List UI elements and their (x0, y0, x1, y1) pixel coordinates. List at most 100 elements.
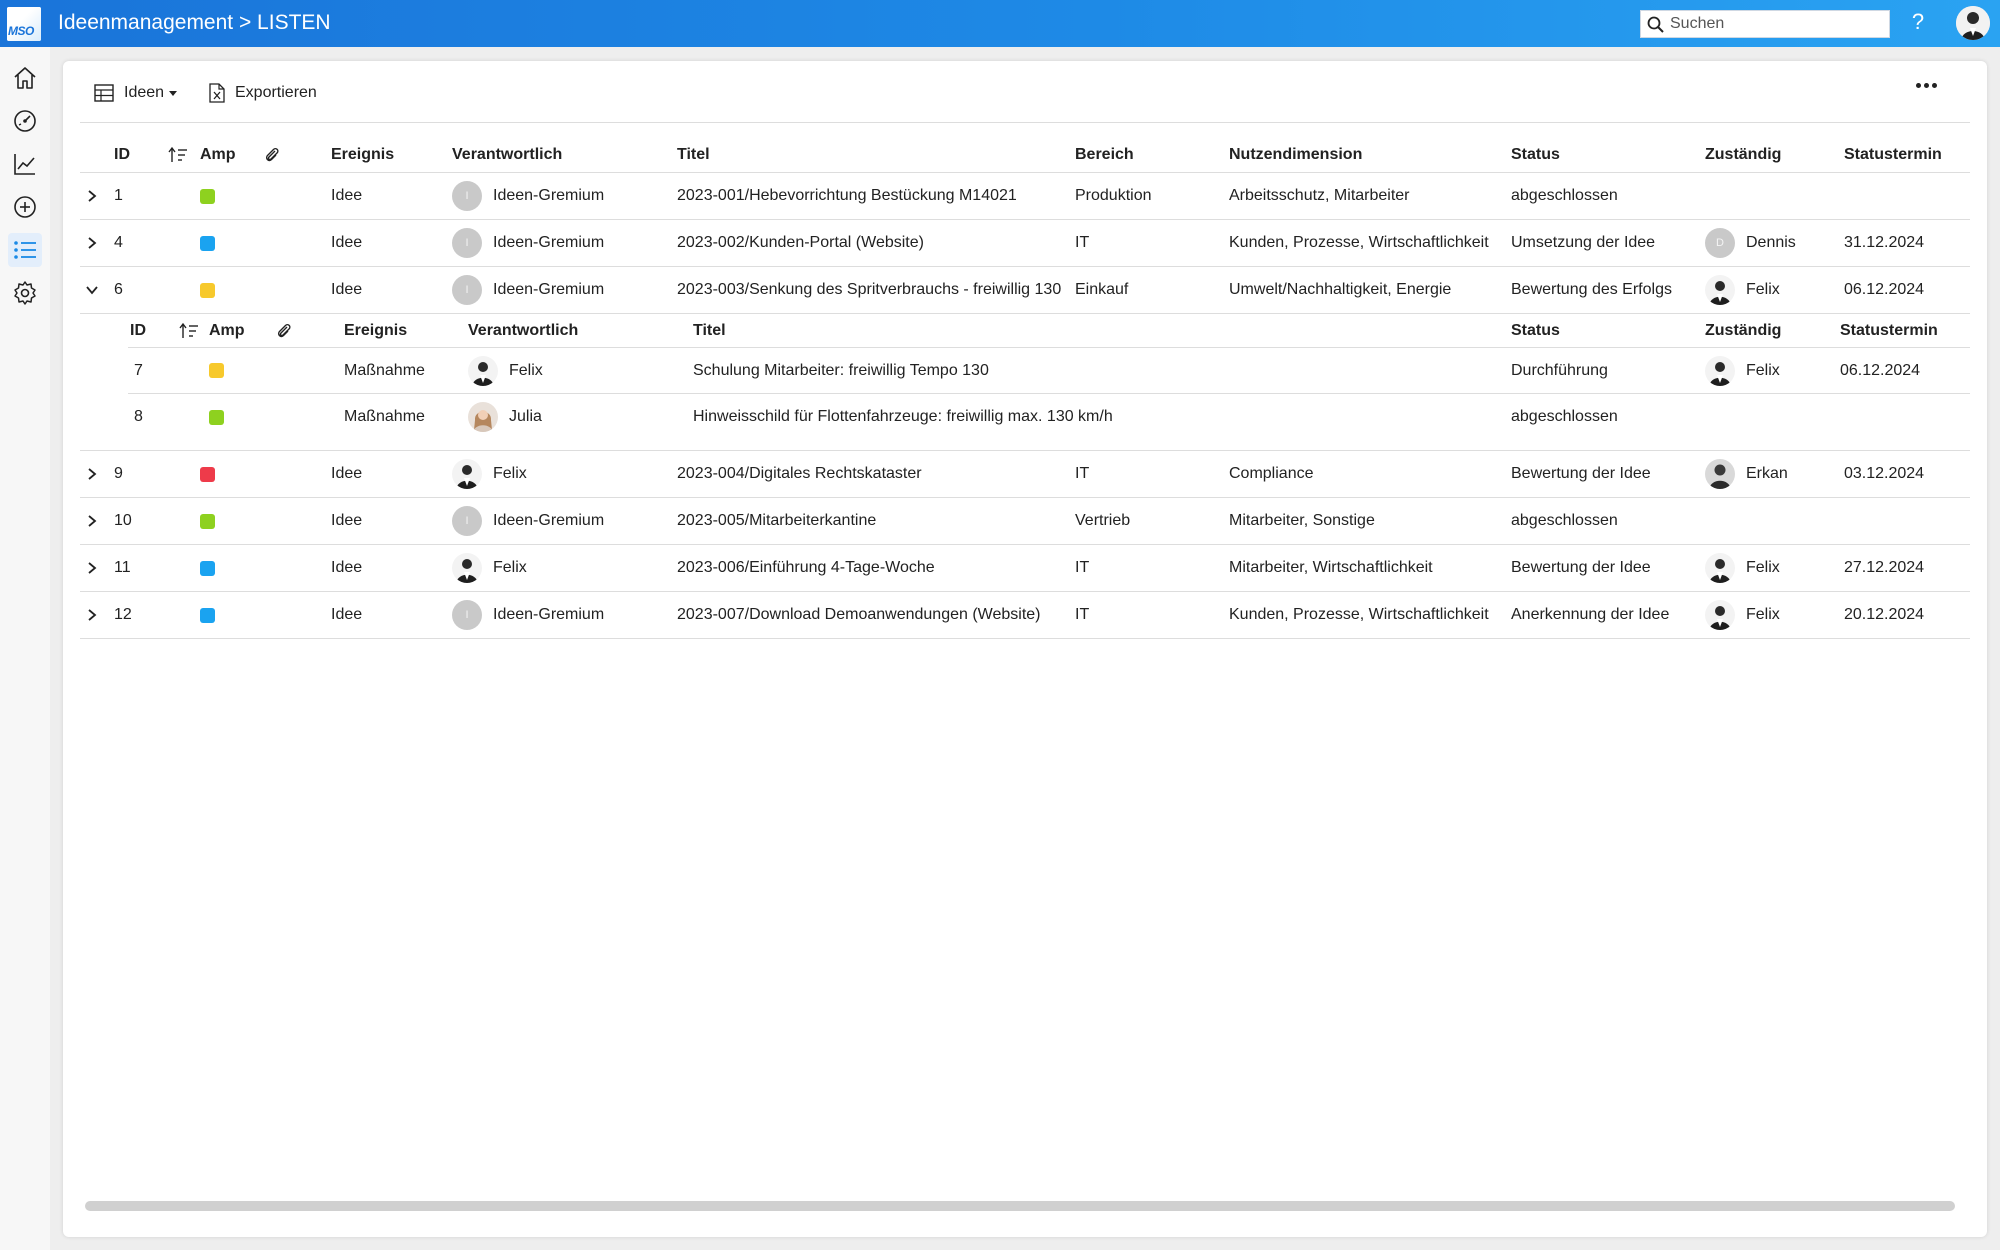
row-zustaendig: Felix (1705, 592, 1780, 638)
sub-column-header-ereignis[interactable]: Ereignis (344, 314, 407, 347)
table-row[interactable]: 6 Idee I Ideen-Gremium 2023-003/Senkung des … (80, 267, 1970, 314)
table-row[interactable]: 1 Idee I Ideen-Gremium 2023-001/Hebevorricht… (80, 173, 1970, 220)
toolbar: Ideen Exportieren (63, 61, 1987, 123)
expand-row-button[interactable] (84, 220, 100, 266)
person-photo-icon (468, 355, 498, 386)
row-statustermin: 27.12.2024 (1844, 559, 1925, 576)
row-status: Bewertung der Idee (1511, 559, 1651, 576)
row-id: 10 (114, 512, 132, 529)
column-header-bereich[interactable]: Bereich (1075, 123, 1134, 172)
export-label: Exportieren (235, 84, 317, 101)
row-zustaendig-name: Felix (1746, 281, 1780, 298)
amp-cell (200, 451, 215, 497)
chevron-down-icon (86, 286, 98, 295)
row-status: Umsetzung der Idee (1511, 234, 1656, 251)
sub-column-header-amp[interactable]: Amp (209, 314, 245, 347)
sub-column-header-statustermin[interactable]: Statustermin (1840, 314, 1938, 347)
column-header-amp[interactable]: Amp (200, 123, 236, 172)
sub-row-zustaendig-name: Felix (1746, 361, 1780, 379)
row-nutzendimension: Mitarbeiter, Sonstige (1229, 512, 1375, 529)
sidebar-item-lists[interactable] (8, 233, 42, 267)
avatar: D (1705, 228, 1735, 258)
column-header-verantwortlich[interactable]: Verantwortlich (452, 123, 562, 172)
help-button[interactable]: ? (1906, 9, 1930, 35)
add-icon (14, 196, 36, 218)
collapse-row-button[interactable] (84, 267, 100, 313)
column-header-status[interactable]: Status (1511, 123, 1560, 172)
row-titel: 2023-003/Senkung des Spritverbrauchs - f… (677, 281, 1062, 298)
expand-row-button[interactable] (84, 545, 100, 591)
row-titel: 2023-001/Hebevorrichtung Bestückung M140… (677, 187, 1017, 204)
sort-button[interactable] (168, 123, 188, 172)
column-header-ereignis[interactable]: Ereignis (331, 123, 394, 172)
row-status: Bewertung des Erfolgs (1511, 281, 1672, 298)
expand-row-button[interactable] (84, 451, 100, 497)
sub-column-header-id[interactable]: ID (130, 314, 146, 347)
row-ereignis: Idee (331, 234, 363, 251)
table-row[interactable]: 9 Idee Felix 2023-004/Digitales Rechtskatas… (80, 451, 1970, 498)
view-selector-label: Ideen (124, 84, 165, 101)
sub-column-header-status[interactable]: Status (1511, 314, 1560, 347)
sub-row-ereignis: Maßnahme (344, 361, 425, 379)
expand-row-button[interactable] (84, 173, 100, 219)
avatar (1705, 355, 1735, 386)
column-header-zustaendig[interactable]: Zuständig (1705, 123, 1781, 172)
avatar: I (452, 275, 482, 305)
expand-row-button[interactable] (84, 498, 100, 544)
person-photo-icon (1956, 6, 1990, 40)
sidebar-item-settings[interactable] (8, 276, 42, 310)
sidebar-item-home[interactable] (8, 61, 42, 95)
row-status: Anerkennung der Idee (1511, 606, 1670, 623)
row-verantwortlich-name: Ideen-Gremium (493, 187, 605, 204)
horizontal-scrollbar[interactable] (85, 1201, 1955, 1211)
row-zustaendig: Felix (1705, 545, 1780, 591)
expand-row-button[interactable] (84, 592, 100, 638)
subtable-row[interactable]: 8 Maßnahme Julia Hinweisschild für Flottenf… (128, 394, 1970, 440)
sub-column-header-zustaendig[interactable]: Zuständig (1705, 314, 1781, 347)
chevron-right-icon (88, 515, 97, 527)
sidebar-item-dashboard[interactable] (8, 104, 42, 138)
column-header-id[interactable]: ID (114, 123, 130, 172)
sidebar-item-charts[interactable] (8, 147, 42, 181)
sub-column-header-verantwortlich[interactable]: Verantwortlich (468, 314, 578, 347)
row-status: abgeschlossen (1511, 512, 1618, 529)
sort-button[interactable] (179, 314, 199, 347)
avatar: I (452, 181, 482, 211)
view-selector-button[interactable]: Ideen (94, 81, 178, 105)
subtable: ID Amp Ereignis Verantwortlich Titel Status Zu… (80, 314, 1970, 451)
amp-indicator (200, 466, 215, 482)
search-box[interactable] (1640, 10, 1890, 38)
table-row[interactable]: 10 Idee I Ideen-Gremium 2023-005/Mitarbeiter… (80, 498, 1970, 545)
table-row[interactable]: 11 Idee Felix 2023-006/Einführung 4-Tage-Wo… (80, 545, 1970, 592)
sidebar-item-add[interactable] (8, 190, 42, 224)
more-dot-icon (1916, 83, 1921, 88)
row-verantwortlich: I Ideen-Gremium (452, 220, 604, 266)
row-nutzendimension: Kunden, Prozesse, Wirtschaftlichkeit (1229, 606, 1489, 623)
more-options-button[interactable] (1916, 83, 1937, 88)
row-zustaendig: D Dennis (1705, 220, 1796, 266)
app-logo[interactable]: MSO (7, 7, 41, 41)
table-row[interactable]: 4 Idee I Ideen-Gremium 2023-002/Kunden-Porta… (80, 220, 1970, 267)
column-header-nutzendimension[interactable]: Nutzendimension (1229, 123, 1362, 172)
chevron-right-icon (88, 237, 97, 249)
person-photo-icon (452, 459, 482, 489)
column-header-statustermin[interactable]: Statustermin (1844, 123, 1942, 172)
export-button[interactable]: Exportieren (209, 81, 317, 105)
list-icon (14, 241, 36, 259)
paperclip-icon (277, 323, 291, 337)
row-bereich: Vertrieb (1075, 512, 1131, 529)
row-statustermin: 20.12.2024 (1844, 606, 1925, 623)
avatar (1705, 275, 1735, 305)
row-status: Bewertung der Idee (1511, 465, 1651, 482)
sub-column-header-titel[interactable]: Titel (693, 314, 726, 347)
sub-row-verantwortlich: Felix (468, 348, 543, 393)
row-ereignis: Idee (331, 559, 363, 576)
amp-indicator (200, 282, 215, 298)
column-header-titel[interactable]: Titel (677, 123, 710, 172)
subtable-row[interactable]: 7 Maßnahme Felix Schulung Mitarbeiter: frei… (128, 348, 1970, 394)
user-avatar[interactable] (1956, 6, 1990, 40)
page-title: Ideenmanagement > LISTEN (58, 11, 331, 34)
table-row[interactable]: 12 Idee I Ideen-Gremium 2023-007/Download De… (80, 592, 1970, 639)
search-input[interactable] (1670, 13, 1885, 35)
person-photo-icon (1705, 553, 1735, 583)
